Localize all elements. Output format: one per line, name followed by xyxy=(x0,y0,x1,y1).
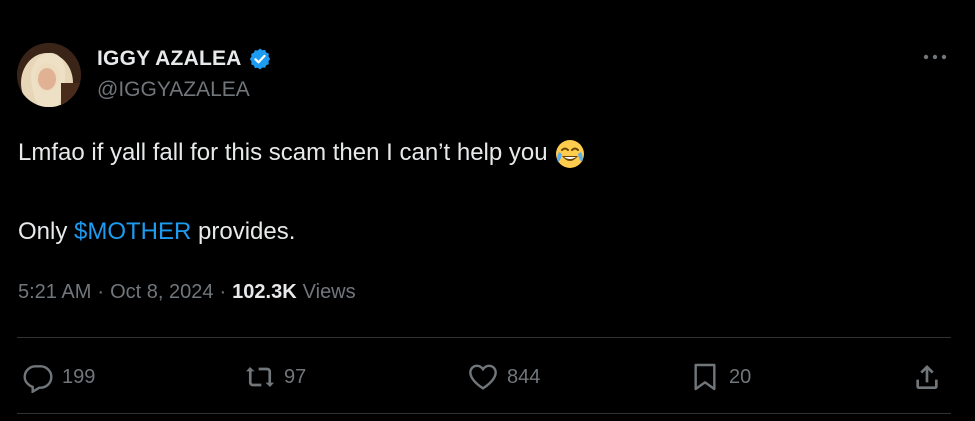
bookmark-button[interactable]: 20 xyxy=(689,355,751,399)
author-avatar[interactable] xyxy=(17,43,81,107)
meta-separator: · xyxy=(97,281,105,303)
heart-icon xyxy=(469,364,497,390)
like-count: 844 xyxy=(507,365,541,388)
verified-badge-icon[interactable] xyxy=(248,47,272,71)
author-name-row: IGGY AZALEA xyxy=(97,44,272,74)
repost-count: 97 xyxy=(284,365,307,388)
tweet-text-line1: Lmfao if yall fall for this scam then I … xyxy=(18,134,938,172)
share-icon xyxy=(916,365,938,389)
divider xyxy=(17,413,951,414)
views-count[interactable]: 102.3K xyxy=(232,281,297,304)
reply-count: 199 xyxy=(62,365,96,388)
bookmark-count: 20 xyxy=(729,365,752,388)
tweet-meta: 5:21 AM · Oct 8, 2024 · 102.3K Views xyxy=(18,281,356,304)
author-handle[interactable]: @IGGYAZALEA xyxy=(97,78,272,102)
action-bar: 199 97 844 20 xyxy=(0,355,975,399)
tweet-card: IGGY AZALEA @IGGYAZALEA Lmfao if yall fa… xyxy=(0,0,975,421)
author-display-name[interactable]: IGGY AZALEA xyxy=(97,47,242,71)
reply-button[interactable]: 199 xyxy=(22,355,95,399)
views-label: Views xyxy=(302,281,356,303)
meta-separator: · xyxy=(219,281,227,303)
author-info: IGGY AZALEA @IGGYAZALEA xyxy=(97,44,272,102)
tweet-time[interactable]: 5:21 AM xyxy=(18,281,91,304)
share-button[interactable] xyxy=(911,355,943,399)
divider xyxy=(17,337,951,338)
more-options-icon[interactable] xyxy=(920,45,950,69)
reply-icon xyxy=(23,365,53,393)
tweet-date[interactable]: Oct 8, 2024 xyxy=(110,281,213,304)
repost-button[interactable]: 97 xyxy=(244,355,306,399)
tweet-text-suffix: provides. xyxy=(191,218,296,245)
bookmark-icon xyxy=(694,363,716,391)
tweet-text: Lmfao if yall fall for this scam then I … xyxy=(18,139,548,166)
repost-icon xyxy=(246,367,274,387)
tweet-text-line2: Only $MOTHER provides. xyxy=(18,213,295,251)
cashtag-link[interactable]: $MOTHER xyxy=(74,218,191,245)
avatar-image xyxy=(17,43,81,107)
like-button[interactable]: 844 xyxy=(467,355,540,399)
face-with-tears-of-joy-icon xyxy=(554,138,586,170)
tweet-text-prefix: Only xyxy=(18,218,75,245)
